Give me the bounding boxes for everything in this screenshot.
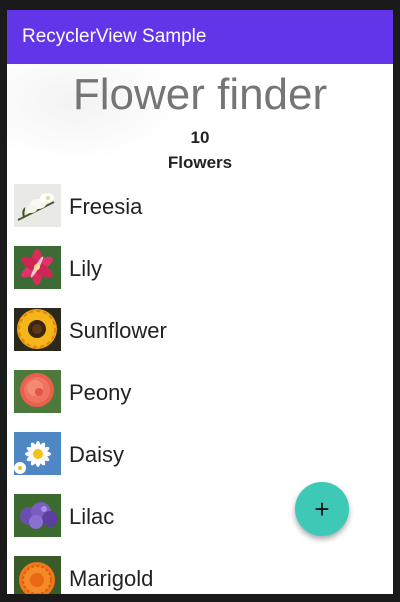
marigold-photo <box>14 556 61 594</box>
flower-name: Peony <box>69 380 132 405</box>
flower-name: Marigold <box>69 566 154 591</box>
flower-name: Freesia <box>69 194 143 219</box>
lilac-photo <box>14 494 61 537</box>
flower-header: Flower finder 10 Flowers <box>7 64 393 184</box>
flower-count: 10 <box>190 128 210 147</box>
freesia-photo <box>14 184 61 227</box>
add-flower-button[interactable]: + <box>295 482 349 536</box>
plus-icon: + <box>314 493 330 524</box>
list-item[interactable]: Peony <box>7 370 393 432</box>
page-title: Flower finder <box>72 70 328 119</box>
flower-name: Lilac <box>69 504 115 529</box>
flower-name: Sunflower <box>69 318 167 343</box>
flower-count-label: Flowers <box>167 153 233 172</box>
lily-photo <box>14 246 61 289</box>
list-item[interactable]: Lily <box>7 246 393 308</box>
peony-photo <box>14 370 61 413</box>
list-item[interactable]: Marigold <box>7 556 393 594</box>
flower-name: Lily <box>69 256 103 281</box>
list-item[interactable]: Sunflower <box>7 308 393 370</box>
app-bar: RecyclerView Sample <box>7 10 393 64</box>
phone-screen: RecyclerView Sample Flower finder 10 Flo… <box>7 10 393 594</box>
daisy-photo <box>14 432 61 475</box>
sunflower-photo <box>14 308 61 351</box>
app-bar-title: RecyclerView Sample <box>22 26 207 47</box>
flower-name: Daisy <box>69 442 125 467</box>
list-item[interactable]: Freesia <box>7 184 393 246</box>
